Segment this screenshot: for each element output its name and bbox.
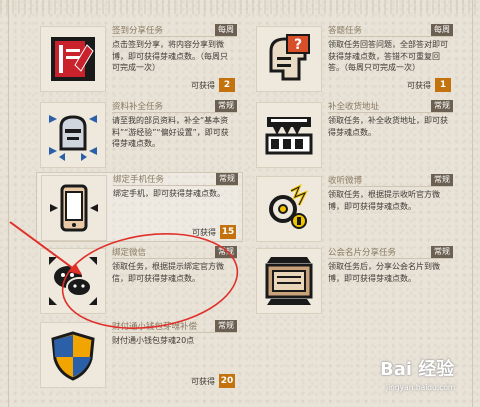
task-title: 财付通小钱包芽魂补偿 [112, 322, 198, 332]
reward: 可获得 2 [191, 78, 235, 92]
task-card-quiz[interactable]: ? 答题任务 每周 领取任务回答问题，全部答对即可获得芽魂点数，答错不可重复回答… [252, 24, 457, 94]
task-title: 资料补全任务 [112, 102, 164, 112]
task-description: 领取任务回答问题，全部答对即可获得芽魂点数，答错不可重复回答。（每周只可完成一次… [328, 40, 448, 72]
divider [112, 112, 237, 113]
task-card-tenpay-compensation[interactable]: 财付通小钱包芽魂补偿 常规 财付通小钱包芽魂20点 可获得 20 [36, 320, 241, 390]
task-title: 答题任务 [328, 26, 363, 36]
reward: 可获得 20 [191, 374, 235, 388]
wechat-icon [40, 248, 106, 314]
book-pencil-icon [40, 26, 106, 92]
svg-text:?: ? [294, 37, 302, 53]
task-card-bind-phone[interactable]: 绑定手机任务 常规 绑定手机，即可获得芽魂点数。 可获得 15 [36, 172, 243, 242]
frequency-badge: 常规 [431, 246, 453, 258]
reward-points: 15 [220, 225, 236, 239]
frequency-badge: 常规 [431, 100, 453, 112]
reward-label: 可获得 [407, 80, 431, 90]
task-title: 公会名片分享任务 [328, 248, 397, 258]
task-card-profile[interactable]: 资料补全任务 常规 请至我的部员资料，补全“基本资料”“游经验”“偏好设置”，即… [36, 100, 241, 170]
watermark-url: jingyan.baidu.com [386, 383, 456, 392]
divider [112, 332, 237, 333]
task-description: 领取任务后，分享公会名片到微博，即可获得芽魂点数。 [328, 262, 440, 283]
reward-points: 20 [219, 374, 235, 388]
frequency-badge: 每周 [431, 24, 453, 36]
task-card-follow-weibo[interactable]: 收听微博 常规 领取任务，根据提示收听官方微博，即可获得芽魂点数。 [252, 174, 457, 244]
address-truck-icon [256, 102, 322, 168]
task-description: 绑定手机，即可获得芽魂点数。 [113, 189, 225, 198]
reward: 可获得 1 [407, 78, 451, 92]
task-description: 点击签到分享，将内容分享到微博，即可获得芽魂点数。（每周只可完成一次） [112, 40, 228, 72]
guild-card-icon [256, 248, 322, 314]
divider [113, 185, 238, 186]
reward-points: 1 [435, 78, 451, 92]
divider [112, 258, 237, 259]
task-title: 绑定微信 [112, 248, 147, 258]
reward-label: 可获得 [191, 376, 215, 386]
baidu-jingyan-watermark: Bai 经验 jingyan.baidu.com [362, 355, 472, 399]
frequency-badge: 每周 [215, 24, 237, 36]
quiz-head-icon: ? [256, 26, 322, 92]
divider [112, 36, 237, 37]
frequency-badge: 常规 [215, 100, 237, 112]
knight-helmet-icon [40, 102, 106, 168]
frequency-badge: 常规 [431, 174, 453, 186]
divider [328, 186, 453, 187]
task-description: 领取任务，根据提示绑定官方微信，即可获得芽魂点数。 [112, 262, 224, 283]
reward: 可获得 15 [192, 225, 236, 239]
phone-icon [41, 175, 107, 241]
reward-points: 2 [219, 78, 235, 92]
shield-icon [40, 322, 106, 388]
frequency-badge: 常规 [215, 246, 237, 258]
task-description: 财付通小钱包芽魂20点 [112, 336, 195, 345]
task-title: 签到分享任务 [112, 26, 164, 36]
task-card-sign-in-share[interactable]: 签到分享任务 每周 点击签到分享，将内容分享到微博，即可获得芽魂点数。（每周只可… [36, 24, 241, 94]
reward-label: 可获得 [192, 227, 216, 237]
weibo-listen-icon [256, 176, 322, 242]
divider [328, 36, 453, 37]
task-title: 绑定手机任务 [113, 175, 165, 185]
reward-label: 可获得 [191, 80, 215, 90]
divider [328, 112, 453, 113]
task-title: 收听微博 [328, 176, 363, 186]
task-card-bind-wechat[interactable]: 绑定微信 常规 领取任务，根据提示绑定官方微信，即可获得芽魂点数。 [36, 246, 241, 316]
task-title: 补全收货地址 [328, 102, 380, 112]
task-description: 领取任务，根据提示收听官方微博，即可获得芽魂点数。 [328, 190, 440, 211]
frequency-badge: 常规 [215, 320, 237, 332]
task-card-guild-share[interactable]: 公会名片分享任务 常规 领取任务后，分享公会名片到微博，即可获得芽魂点数。 [252, 246, 457, 316]
task-description: 请至我的部员资料，补全“基本资料”“游经验”“偏好设置”，即可获得芽魂点数。 [112, 116, 229, 148]
task-card-address[interactable]: 补全收货地址 常规 领取任务，补全收货地址，即可获得芽魂点数。 [252, 100, 457, 170]
task-description: 领取任务，补全收货地址，即可获得芽魂点数。 [328, 116, 448, 137]
divider [328, 258, 453, 259]
frequency-badge: 常规 [216, 173, 238, 185]
watermark-brand: Bai 经验 [380, 359, 455, 380]
